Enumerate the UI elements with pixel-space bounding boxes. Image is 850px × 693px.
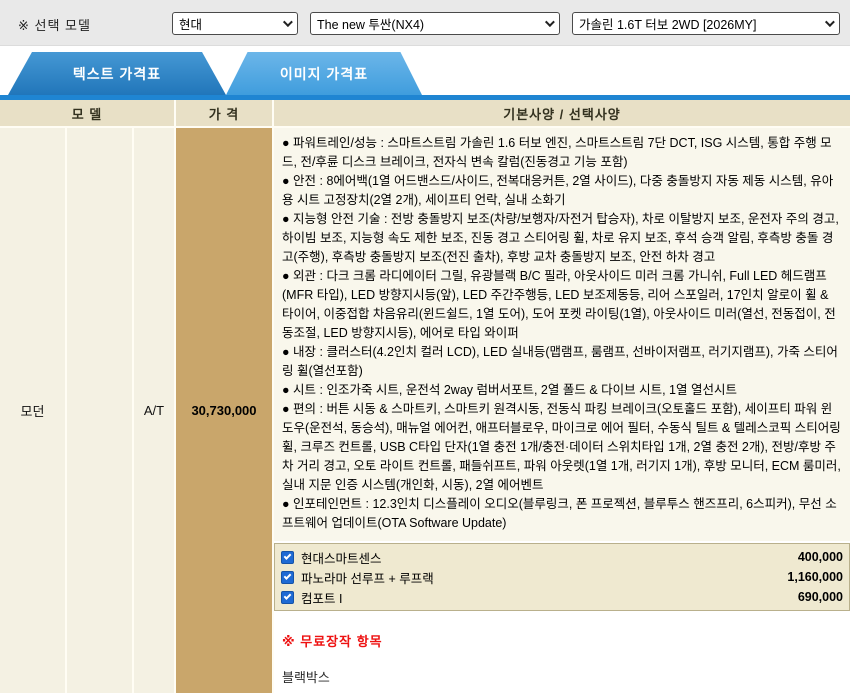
spec-cell: ● 파워트레인/성능 : 스마트스트림 가솔린 1.6 터보 엔진, 스마트스트… [274,128,850,693]
check-icon [284,592,292,600]
option-label: 컴포트 I [301,588,798,607]
header-model: 모 델 [0,100,176,126]
spec-convenience: ● 편의 : 버튼 시동 & 스마트키, 스마트키 원격시동, 전동식 파킹 브… [282,400,842,495]
option-checkbox[interactable] [281,591,294,604]
model-select-value: The new 투싼(NX4) [317,14,424,33]
model-selector-bar: ※ 선택 모델 현대 The new 투싼(NX4) 가솔린 1.6T 터보 2… [0,0,850,46]
option-price: 400,000 [798,550,843,564]
tab-text-price-table-label: 텍스트 가격표 [73,64,161,84]
option-label: 현대스마트센스 [301,548,798,567]
select-model-label: ※ 선택 모델 [18,15,91,34]
spec-safety: ● 안전 : 8에어백(1열 어드밴스드/사이드, 전복대응커튼, 2열 사이드… [282,172,842,210]
spec-text-block: ● 파워트레인/성능 : 스마트스트림 가솔린 1.6 터보 엔진, 스마트스트… [274,128,850,541]
check-icon [284,552,292,560]
header-spec: 기본사양 / 선택사양 [274,100,850,126]
empty-cell [67,128,134,693]
table-header-row: 모 델 가 격 기본사양 / 선택사양 [0,100,850,128]
brand-select[interactable]: 현대 [172,12,298,35]
price-table-page: ※ 선택 모델 현대 The new 투싼(NX4) 가솔린 1.6T 터보 2… [0,0,850,693]
table-row: 모던 A/T 30,730,000 ● 파워트레인/성능 : 스마트스트림 가솔… [0,128,850,693]
spec-seats: ● 시트 : 인조가죽 시트, 운전석 2way 럼버서포트, 2열 폴드 & … [282,381,842,400]
option-price: 1,160,000 [787,570,843,584]
trim-select-value: 가솔린 1.6T 터보 2WD [2026MY] [579,14,756,33]
chevron-down-icon [825,17,835,27]
trim-name-cell: 모던 [0,128,67,693]
option-checkbox[interactable] [281,551,294,564]
option-label: 파노라마 선루프 + 루프랙 [301,568,787,587]
spec-exterior: ● 외관 : 다크 크롬 라디에이터 그릴, 유광블랙 B/C 필라, 아웃사이… [282,267,842,343]
chevron-down-icon [545,17,555,27]
option-row: 파노라마 선루프 + 루프랙 1,160,000 [281,567,843,587]
header-price: 가 격 [176,100,274,126]
tab-bar: 텍스트 가격표 이미지 가격표 [0,46,850,95]
brand-select-value: 현대 [179,14,202,33]
chevron-down-icon [283,17,293,27]
tab-image-price-table[interactable]: 이미지 가격표 [226,52,422,95]
model-select[interactable]: The new 투싼(NX4) [310,12,560,35]
spec-adas: ● 지능형 안전 기술 : 전방 충돌방지 보조(차량/보행자/자전거 탑승자)… [282,210,842,267]
free-item: 블랙박스 [282,667,842,686]
spec-infotainment: ● 인포테인먼트 : 12.3인치 디스플레이 오디오(블루링크, 폰 프로젝션… [282,495,842,533]
options-box: 현대스마트센스 400,000 파노라마 선루프 + 루프랙 1,160,000… [274,543,850,611]
transmission-cell: A/T [134,128,176,693]
check-icon [284,572,292,580]
option-row: 현대스마트센스 400,000 [281,547,843,567]
free-items-section: ※ 무료장작 항목 블랙박스 [274,611,850,686]
option-price: 690,000 [798,590,843,604]
option-checkbox[interactable] [281,571,294,584]
trim-select[interactable]: 가솔린 1.6T 터보 2WD [2026MY] [572,12,840,35]
tab-image-price-table-label: 이미지 가격표 [280,64,368,84]
spec-powertrain: ● 파워트레인/성능 : 스마트스트림 가솔린 1.6 터보 엔진, 스마트스트… [282,134,842,172]
free-items-title: ※ 무료장작 항목 [282,631,842,650]
price-cell: 30,730,000 [176,128,274,693]
tab-text-price-table[interactable]: 텍스트 가격표 [8,52,226,95]
spec-interior: ● 내장 : 클러스터(4.2인치 컬러 LCD), LED 실내등(맵램프, … [282,343,842,381]
option-row: 컴포트 I 690,000 [281,587,843,607]
